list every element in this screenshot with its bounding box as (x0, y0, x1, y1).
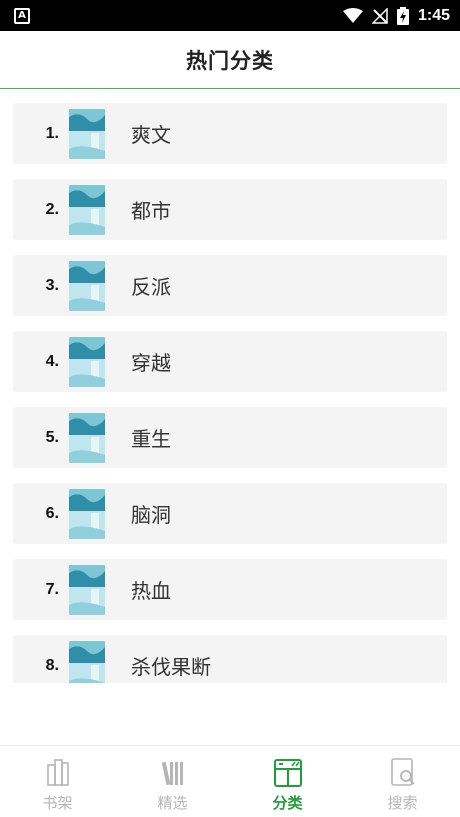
category-rank: 4. (45, 352, 59, 370)
bookshelf-icon (46, 759, 69, 786)
category-rank: 2. (45, 200, 59, 218)
category-rank: 5. (45, 428, 59, 446)
book-cover (69, 640, 105, 683)
category-name: 杀伐果断 (131, 655, 211, 679)
category-name: 爽文 (131, 123, 171, 147)
title-bar: 热门分类 (0, 31, 460, 89)
book-cover (69, 564, 105, 615)
category-item[interactable]: 1. 爽文 (13, 103, 447, 164)
category-name: 都市 (131, 199, 171, 223)
clock: 1:45 (417, 6, 450, 24)
nav-bookshelf[interactable]: 书架 (0, 746, 115, 817)
nav-label: 精选 (157, 794, 188, 812)
signal-icon (371, 7, 388, 24)
books-icon (161, 761, 183, 786)
category-rank: 6. (45, 504, 59, 522)
book-cover (69, 260, 105, 311)
status-bar: A 1:45 (0, 0, 460, 31)
category-item[interactable]: 5. 重生 (13, 407, 447, 468)
book-cover (69, 184, 105, 235)
category-icon (273, 759, 302, 787)
nav-label: 书架 (42, 794, 73, 812)
bottom-navigation: 书架 精选 分类 搜索 (0, 745, 460, 817)
category-name: 反派 (131, 275, 171, 299)
book-cover (69, 336, 105, 387)
category-item[interactable]: 8. 杀伐果断 (13, 635, 447, 683)
category-item[interactable]: 7. 热血 (13, 559, 447, 620)
battery-icon (396, 6, 409, 25)
category-name: 热血 (131, 579, 171, 603)
category-name: 重生 (131, 427, 171, 451)
nav-label: 搜索 (387, 794, 418, 812)
wifi-icon (342, 7, 363, 23)
category-item[interactable]: 4. 穿越 (13, 331, 447, 392)
book-cover (69, 412, 105, 463)
category-name: 脑洞 (131, 503, 171, 527)
nav-featured[interactable]: 精选 (115, 746, 230, 817)
category-list: 1. 爽文 2. 都市 3. 反派 4. 穿越 5. 重生 6. 脑洞 7. 热… (13, 103, 447, 683)
category-item[interactable]: 2. 都市 (13, 179, 447, 240)
nav-category[interactable]: 分类 (230, 746, 345, 817)
category-item[interactable]: 6. 脑洞 (13, 483, 447, 544)
book-cover (69, 108, 105, 159)
category-rank: 1. (45, 124, 59, 142)
category-rank: 8. (45, 656, 59, 674)
category-rank: 3. (45, 276, 59, 294)
search-icon (390, 758, 415, 786)
app-notification-icon: A (14, 7, 30, 24)
book-cover (69, 488, 105, 539)
category-name: 穿越 (131, 351, 171, 375)
category-item[interactable]: 3. 反派 (13, 255, 447, 316)
nav-search[interactable]: 搜索 (345, 746, 460, 817)
nav-label: 分类 (272, 794, 303, 812)
page-title: 热门分类 (186, 48, 274, 73)
category-rank: 7. (45, 580, 59, 598)
